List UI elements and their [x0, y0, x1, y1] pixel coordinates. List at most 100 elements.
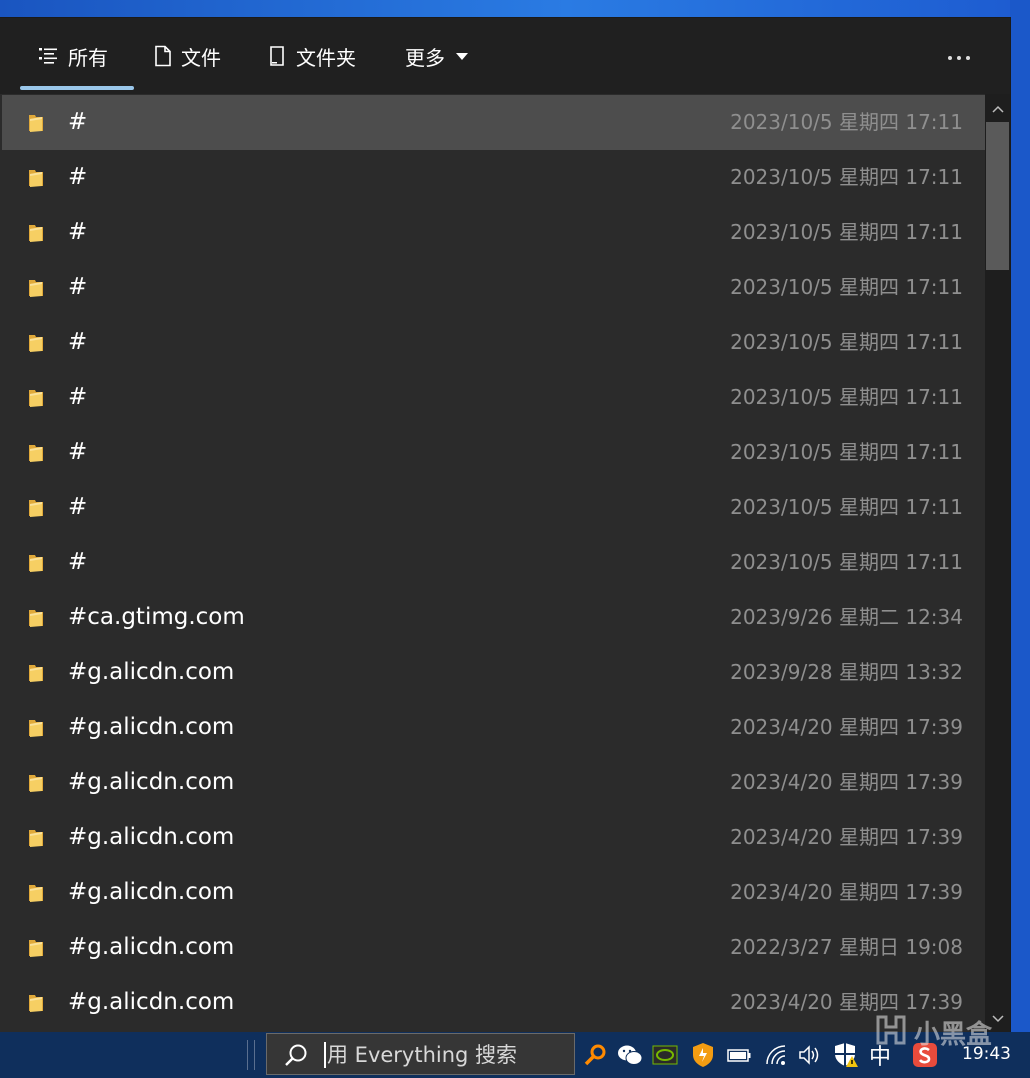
folder-icon [26, 442, 48, 464]
security-shield-icon[interactable] [690, 1042, 716, 1068]
result-row[interactable]: #g.alicdn.com 2023/4/20 星期四 17:39 [2, 700, 985, 755]
result-name: # [68, 439, 88, 465]
result-name: #g.alicdn.com [68, 769, 235, 795]
result-date: 2023/10/5 星期四 17:11 [730, 440, 963, 464]
battery-icon[interactable] [726, 1042, 752, 1068]
result-name: #g.alicdn.com [68, 934, 235, 960]
folder-icon [26, 662, 48, 684]
xiaoheihe-logo-icon [874, 1013, 908, 1051]
result-row[interactable]: #2023/10/5 星期四 17:11 [2, 370, 985, 425]
folder-icon [26, 772, 48, 794]
scrollbar-thumb[interactable] [986, 122, 1009, 270]
result-row[interactable]: #2023/10/5 星期四 17:11 [2, 480, 985, 535]
result-date: 2023/4/20 星期四 17:39 [730, 770, 963, 794]
result-row[interactable]: #2023/10/5 星期四 17:11 [2, 150, 985, 205]
result-name: #g.alicdn.com [68, 879, 235, 905]
folder-icon [26, 387, 48, 409]
folder-icon [26, 222, 48, 244]
result-row[interactable]: #g.alicdn.com 2023/4/20 星期四 17:39 [2, 865, 985, 920]
volume-icon[interactable] [797, 1042, 823, 1068]
folder-icon [26, 552, 48, 574]
desktop-edge [1010, 0, 1030, 1032]
ellipsis-icon [947, 46, 971, 65]
result-row[interactable]: #ca.gtimg.com 2023/9/26 星期二 12:34 [2, 590, 985, 645]
result-name: #g.alicdn.com [68, 824, 235, 850]
tab-all-label: 所有 [68, 45, 108, 70]
search-icon [283, 1043, 309, 1073]
wifi-icon[interactable] [763, 1042, 789, 1068]
result-name: #g.alicdn.com [68, 989, 235, 1015]
folder-icon [26, 497, 48, 519]
result-name: # [68, 329, 88, 355]
folder-icon [26, 882, 48, 904]
result-name: #g.alicdn.com [68, 659, 235, 685]
search-placeholder: 用 Everything 搜索 [327, 1043, 518, 1067]
wechat-icon[interactable] [617, 1042, 643, 1068]
folder-icon [26, 167, 48, 189]
result-date: 2023/4/20 星期四 17:39 [730, 825, 963, 849]
file-icon [153, 45, 173, 67]
result-row[interactable]: #g.alicdn.com 2022/3/27 星期日 19:08 [2, 920, 985, 975]
result-name: #g.alicdn.com [68, 714, 235, 740]
taskbar-separator [247, 1040, 255, 1070]
active-tab-indicator [20, 86, 134, 90]
result-date: 2023/9/26 星期二 12:34 [730, 605, 963, 629]
result-row[interactable]: #g.alicdn.com 2023/4/20 星期四 17:39 [2, 810, 985, 865]
result-row[interactable]: #2023/10/5 星期四 17:11 [2, 535, 985, 590]
folder-icon [26, 937, 48, 959]
result-date: 2023/10/5 星期四 17:11 [730, 220, 963, 244]
nvidia-icon[interactable] [652, 1042, 678, 1068]
result-date: 2022/3/27 星期日 19:08 [730, 935, 963, 959]
folder-icon [26, 717, 48, 739]
tab-more[interactable]: 更多 [405, 18, 469, 94]
everything-window: 所有 文件 文件夹 更多 # 2023/10/5 星期四 17:11 # 202… [0, 18, 1010, 1032]
result-row[interactable]: #g.alicdn.com 2023/4/20 星期四 17:39 [2, 755, 985, 810]
tab-files[interactable]: 文件 [153, 18, 221, 94]
dropdown-triangle-icon [455, 51, 469, 61]
result-row[interactable]: #2023/10/5 星期四 17:11 [2, 95, 985, 150]
result-name: # [68, 549, 88, 575]
result-name: # [68, 164, 88, 190]
result-date: 2023/10/5 星期四 17:11 [730, 385, 963, 409]
everything-search-box[interactable]: 用 Everything 搜索 [266, 1033, 575, 1075]
vertical-scrollbar[interactable] [985, 94, 1010, 1032]
result-row[interactable]: #g.alicdn.com 2023/4/20 星期四 17:39 [2, 975, 985, 1030]
result-date: 2023/10/5 星期四 17:11 [730, 110, 963, 134]
result-name: # [68, 494, 88, 520]
filter-tabbar: 所有 文件 文件夹 更多 [0, 18, 1010, 94]
result-date: 2023/4/20 星期四 17:39 [730, 715, 963, 739]
result-date: 2023/10/5 星期四 17:11 [730, 330, 963, 354]
result-row[interactable]: #2023/10/5 星期四 17:11 [2, 260, 985, 315]
result-row[interactable]: #2023/10/5 星期四 17:11 [2, 425, 985, 480]
result-row[interactable]: #2023/10/5 星期四 17:11 [2, 205, 985, 260]
tab-more-label: 更多 [405, 45, 445, 70]
result-date: 2023/10/5 星期四 17:11 [730, 165, 963, 189]
folder-outline-icon [268, 45, 288, 67]
folder-icon [26, 992, 48, 1014]
folder-icon [26, 112, 48, 134]
chevron-up-icon [991, 99, 1005, 118]
folder-icon [26, 332, 48, 354]
more-options-button[interactable] [944, 40, 974, 70]
result-date: 2023/10/5 星期四 17:11 [730, 550, 963, 574]
tab-folders[interactable]: 文件夹 [268, 18, 356, 94]
result-name: # [68, 384, 88, 410]
text-caret [324, 1042, 326, 1068]
list-icon [38, 46, 60, 66]
result-name: #ca.gtimg.com [68, 604, 245, 630]
windows-security-warning-icon[interactable] [833, 1042, 859, 1068]
scroll-up-button[interactable] [985, 96, 1010, 120]
tab-all[interactable]: 所有 [38, 18, 108, 94]
result-date: 2023/4/20 星期四 17:39 [730, 880, 963, 904]
results-list: #2023/10/5 星期四 17:11 #2023/10/5 星期四 17:11… [0, 94, 985, 1032]
watermark-text: 小黑盒 [914, 1019, 993, 1050]
result-date: 2023/10/5 星期四 17:11 [730, 275, 963, 299]
folder-icon [26, 827, 48, 849]
tab-files-label: 文件 [181, 45, 221, 70]
tab-folders-label: 文件夹 [296, 45, 356, 70]
result-row[interactable]: #g.alicdn.com 2023/9/28 星期四 13:32 [2, 645, 985, 700]
everything-search-icon[interactable] [582, 1042, 608, 1068]
result-row[interactable]: #2023/10/5 星期四 17:11 [2, 315, 985, 370]
result-name: # [68, 109, 88, 135]
result-name: # [68, 219, 88, 245]
